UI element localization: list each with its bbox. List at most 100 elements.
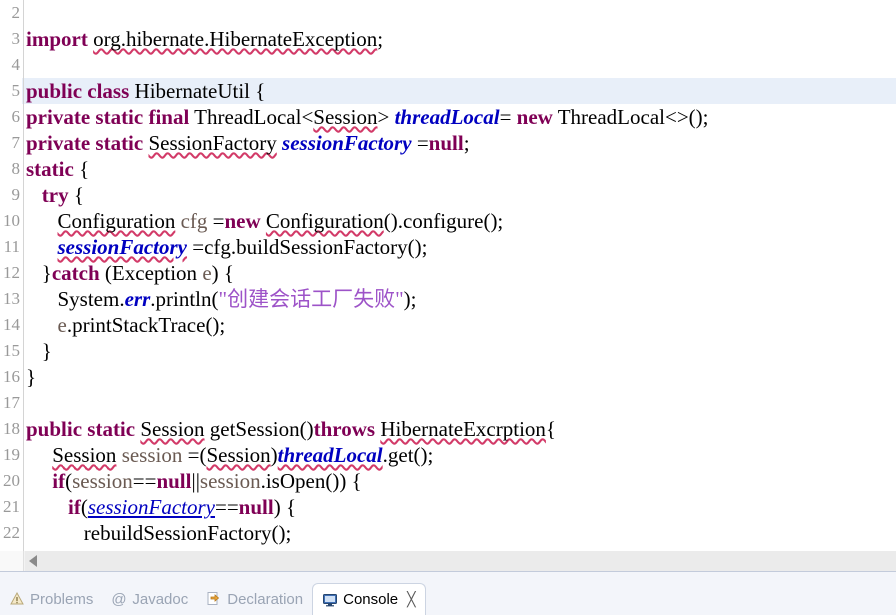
scroll-left-arrow-icon[interactable] bbox=[29, 555, 37, 567]
code-editor[interactable]: 2 3 import org.hibernate.HibernateExceptio… bbox=[0, 0, 896, 551]
line-number: 19 bbox=[0, 442, 22, 468]
code-line-content: try { bbox=[26, 182, 84, 208]
code-line[interactable]: 9 try { bbox=[0, 182, 896, 208]
code-line-content: sessionFactory =cfg.buildSessionFactory(… bbox=[26, 234, 428, 260]
code-token: =cfg.buildSessionFactory(); bbox=[187, 235, 428, 259]
code-line[interactable]: 14 e.printStackTrace(); bbox=[0, 312, 896, 338]
code-line-content: private static final ThreadLocal<Session… bbox=[26, 104, 709, 130]
code-line[interactable]: 20 if(session==null||session.isOpen()) { bbox=[0, 468, 896, 494]
code-token: sessionFactory bbox=[282, 131, 412, 155]
declaration-icon bbox=[206, 591, 222, 607]
tab-javadoc[interactable]: @ Javadoc bbox=[102, 583, 197, 615]
code-line[interactable]: 15 } bbox=[0, 338, 896, 364]
line-number: 4 bbox=[0, 52, 22, 78]
code-token: } bbox=[26, 365, 37, 389]
code-token: new bbox=[516, 105, 553, 129]
code-token: threadLocal bbox=[394, 105, 500, 129]
code-line[interactable]: 16} bbox=[0, 364, 896, 390]
code-token: == bbox=[214, 495, 239, 519]
tab-console[interactable]: Console ╳ bbox=[312, 583, 426, 615]
tab-declaration[interactable]: Declaration bbox=[197, 583, 312, 615]
code-token: ) { bbox=[273, 495, 297, 519]
code-line[interactable]: 19 Session session =(Session)threadLocal… bbox=[0, 442, 896, 468]
close-icon[interactable]: ╳ bbox=[407, 591, 415, 608]
code-line[interactable]: 2 bbox=[0, 0, 896, 26]
view-tab-list: Problems @ Javadoc Declaration Console ╳ bbox=[0, 576, 426, 615]
line-number: 14 bbox=[0, 312, 22, 338]
code-line-content: private static SessionFactory sessionFac… bbox=[26, 130, 470, 156]
code-token: Configuration bbox=[265, 209, 384, 233]
tab-problems[interactable]: Problems bbox=[0, 583, 102, 615]
code-token: ) bbox=[270, 443, 278, 467]
code-token: cfg bbox=[180, 209, 208, 233]
code-token: > bbox=[377, 105, 395, 129]
code-line-content: e.printStackTrace(); bbox=[26, 312, 226, 338]
scrollbar-track[interactable] bbox=[25, 551, 896, 571]
line-number: 2 bbox=[0, 0, 22, 26]
code-line[interactable]: 7 private static SessionFactory sessionFa… bbox=[0, 130, 896, 156]
code-token: private static final bbox=[26, 105, 190, 129]
line-number: 13 bbox=[0, 286, 22, 312]
code-line[interactable]: 21 if(sessionFactory==null) { bbox=[0, 494, 896, 520]
editor-horizontal-scrollbar[interactable] bbox=[0, 551, 896, 571]
line-number: 12 bbox=[0, 260, 22, 286]
code-token: new bbox=[224, 209, 261, 233]
code-token: ( bbox=[80, 495, 88, 519]
code-token: } bbox=[26, 261, 52, 285]
code-line[interactable]: 11 sessionFactory =cfg.buildSessionFacto… bbox=[0, 234, 896, 260]
code-token: == bbox=[132, 469, 157, 493]
code-line[interactable]: 10 Configuration cfg =new Configuration(… bbox=[0, 208, 896, 234]
code-token: static bbox=[26, 157, 74, 181]
code-token: org.hibernate.HibernateException bbox=[93, 27, 378, 51]
code-token: public class bbox=[26, 79, 130, 103]
code-token: session bbox=[121, 443, 183, 467]
code-line[interactable]: 17 bbox=[0, 390, 896, 416]
code-token: if bbox=[68, 495, 81, 519]
code-token: SessionFactory bbox=[148, 131, 277, 155]
line-number: 18 bbox=[0, 416, 22, 442]
code-token: e bbox=[57, 313, 67, 337]
code-line-content: System.err.println("创建会话工厂失败"); bbox=[26, 286, 417, 312]
code-line[interactable]: 3 import org.hibernate.HibernateException… bbox=[0, 26, 896, 52]
code-token: = bbox=[411, 131, 429, 155]
code-line[interactable]: 13 System.err.println("创建会话工厂失败"); bbox=[0, 286, 896, 312]
code-token: ) { bbox=[211, 261, 234, 285]
code-line[interactable]: 22 rebuildSessionFactory(); bbox=[0, 520, 896, 546]
code-token: = bbox=[207, 209, 225, 233]
code-token: rebuildSessionFactory(); bbox=[26, 521, 292, 545]
javadoc-icon: @ bbox=[111, 591, 127, 608]
code-line[interactable]: 12 }catch (Exception e) { bbox=[0, 260, 896, 286]
problems-icon bbox=[9, 591, 25, 607]
code-line-content: import org.hibernate.HibernateException; bbox=[26, 26, 383, 52]
gutter-separator bbox=[23, 0, 24, 551]
line-number: 22 bbox=[0, 520, 22, 546]
code-token: (Exception bbox=[99, 261, 203, 285]
code-line[interactable]: 4 bbox=[0, 52, 896, 78]
code-token: Configuration bbox=[57, 209, 176, 233]
code-line[interactable]: 8 static { bbox=[0, 156, 896, 182]
line-number: 10 bbox=[0, 208, 22, 234]
console-icon bbox=[322, 592, 338, 608]
code-token: session bbox=[199, 469, 261, 493]
code-line[interactable]: 18 public static Session getSession()thro… bbox=[0, 416, 896, 442]
code-token: { bbox=[545, 417, 557, 441]
code-line[interactable]: 5 public class HibernateUtil { bbox=[0, 78, 896, 104]
code-token: null bbox=[238, 495, 274, 519]
line-number: 20 bbox=[0, 468, 22, 494]
code-line[interactable]: 6 private static final ThreadLocal<Sessio… bbox=[0, 104, 896, 130]
code-token: catch bbox=[51, 261, 100, 285]
code-token: import bbox=[26, 27, 88, 51]
code-token: Session bbox=[206, 443, 271, 467]
code-token: .printStackTrace(); bbox=[66, 313, 226, 337]
code-token: .get(); bbox=[382, 443, 434, 467]
code-line-content: if(sessionFactory==null) { bbox=[26, 494, 296, 520]
tab-label: Console bbox=[343, 591, 399, 608]
code-token: { bbox=[68, 183, 84, 207]
code-token: null bbox=[428, 131, 464, 155]
line-number: 11 bbox=[0, 234, 22, 260]
